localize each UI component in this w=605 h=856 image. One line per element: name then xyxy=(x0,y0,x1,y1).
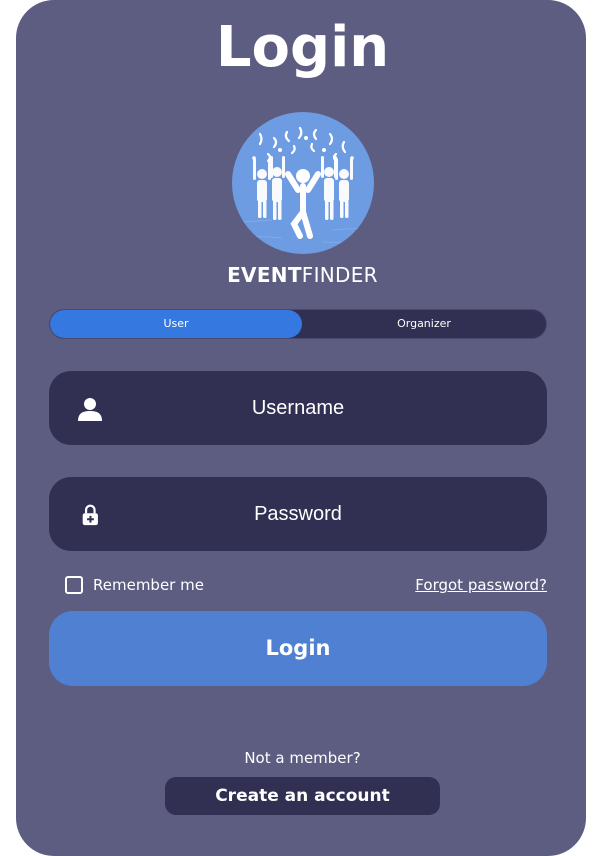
brand-name-bold: EVENT xyxy=(227,263,302,287)
forgot-password-link[interactable]: Forgot password? xyxy=(415,574,547,596)
user-icon xyxy=(78,398,102,421)
lock-icon xyxy=(82,504,98,526)
remember-me-label: Remember me xyxy=(93,576,204,594)
signup-prompt: Not a member? xyxy=(244,749,361,767)
remember-me-checkbox[interactable] xyxy=(65,576,83,594)
login-button[interactable]: Login xyxy=(49,611,547,686)
password-field[interactable] xyxy=(49,477,547,551)
role-option-organizer[interactable]: Organizer xyxy=(302,310,546,338)
celebrating-crowd-icon xyxy=(232,112,374,254)
role-option-user[interactable]: User xyxy=(50,310,302,338)
brand-wordmark: EVENTFINDER xyxy=(0,262,605,288)
page-title: Login xyxy=(215,15,390,80)
brand-name-light: FINDER xyxy=(301,263,378,287)
password-input[interactable] xyxy=(109,477,487,551)
create-account-button[interactable]: Create an account xyxy=(165,777,440,815)
username-field[interactable] xyxy=(49,371,547,445)
username-input[interactable] xyxy=(109,371,487,445)
remember-me[interactable]: Remember me xyxy=(65,574,204,596)
role-toggle: User Organizer xyxy=(49,309,547,339)
